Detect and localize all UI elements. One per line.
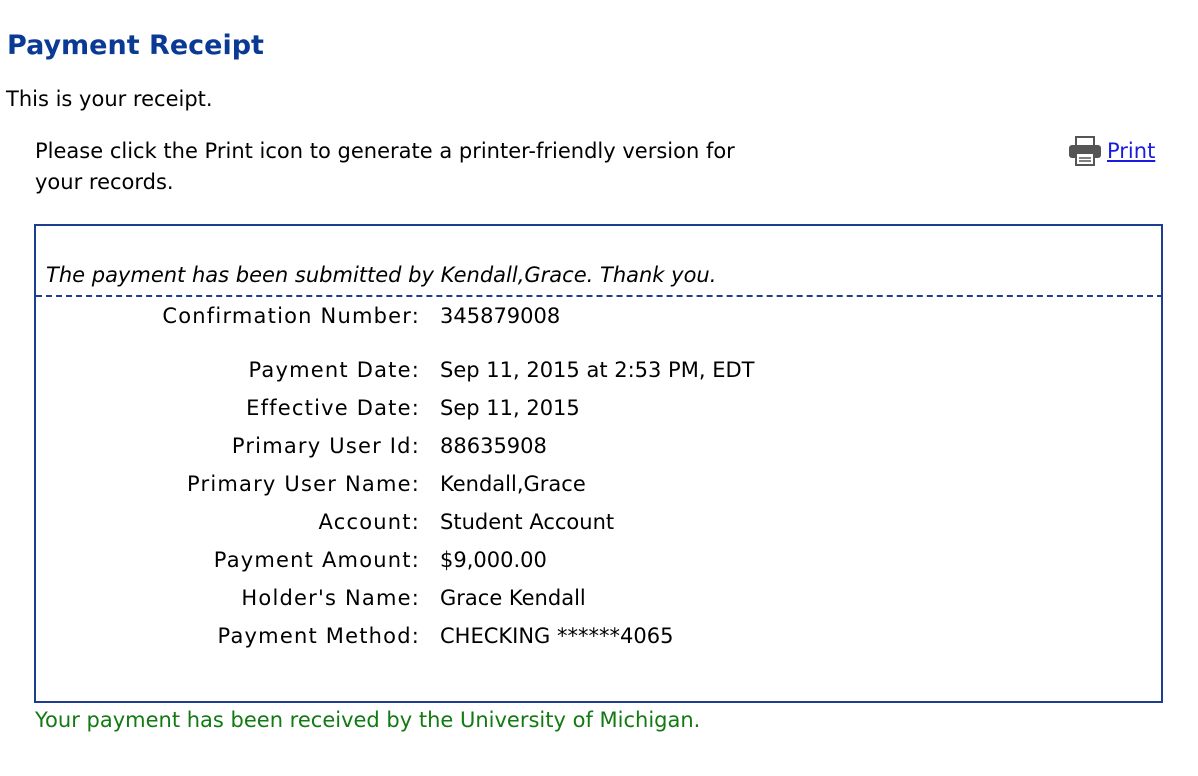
print-link-label[interactable]: Print (1107, 139, 1155, 163)
detail-label: Payment Method: (217, 624, 420, 648)
detail-row-primary-user-id: Primary User Id: 88635908 (36, 434, 1163, 464)
detail-label: Primary User Name: (187, 472, 420, 496)
detail-row-holder-name: Holder's Name: Grace Kendall (36, 586, 1163, 616)
detail-row-primary-user-name: Primary User Name: Kendall,Grace (36, 472, 1163, 502)
print-link[interactable]: Print (1067, 136, 1155, 166)
detail-label: Account: (318, 510, 420, 534)
detail-value: $9,000.00 (440, 548, 547, 572)
detail-label: Payment Date: (248, 358, 420, 382)
divider (36, 295, 1163, 297)
detail-row-effective-date: Effective Date: Sep 11, 2015 (36, 396, 1163, 426)
detail-value: Kendall,Grace (440, 472, 586, 496)
detail-row-payment-amount: Payment Amount: $9,000.00 (36, 548, 1163, 578)
detail-row-payment-date: Payment Date: Sep 11, 2015 at 2:53 PM, E… (36, 358, 1163, 388)
confirmation-label: Confirmation Number: (162, 304, 420, 328)
printer-icon (1069, 136, 1101, 166)
submitted-message: The payment has been submitted by Kendal… (46, 263, 717, 287)
detail-label: Effective Date: (246, 396, 420, 420)
receipt-box: The payment has been submitted by Kendal… (34, 224, 1163, 703)
payment-received-message: Your payment has been received by the Un… (35, 708, 701, 732)
detail-value: Sep 11, 2015 at 2:53 PM, EDT (440, 358, 755, 382)
detail-value: Student Account (440, 510, 615, 534)
detail-value: Sep 11, 2015 (440, 396, 580, 420)
detail-row-account: Account: Student Account (36, 510, 1163, 540)
detail-value: CHECKING ******4065 (440, 624, 674, 648)
print-instructions: Please click the Print icon to generate … (35, 139, 735, 194)
detail-label: Holder's Name: (241, 586, 420, 610)
detail-value: 88635908 (440, 434, 547, 458)
detail-label: Payment Amount: (213, 548, 420, 572)
detail-row-payment-method: Payment Method: CHECKING ******4065 (36, 624, 1163, 654)
intro-text: This is your receipt. (6, 87, 213, 111)
confirmation-row: Confirmation Number: 345879008 (36, 304, 1163, 334)
detail-value: Grace Kendall (440, 586, 586, 610)
confirmation-value: 345879008 (440, 304, 561, 328)
detail-label: Primary User Id: (231, 434, 420, 458)
page-title: Payment Receipt (7, 30, 264, 61)
